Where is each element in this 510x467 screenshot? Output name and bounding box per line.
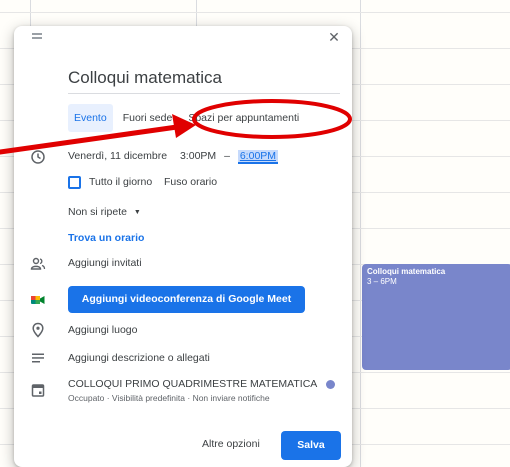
grid-line xyxy=(360,0,361,467)
start-time[interactable]: 3:00PM xyxy=(180,150,216,162)
clock-icon xyxy=(31,150,45,164)
recurrence-value: Non si ripete xyxy=(68,206,127,218)
event-block-title: Colloqui matematica xyxy=(367,267,446,276)
grid-line xyxy=(0,12,510,13)
timezone-button[interactable]: Fuso orario xyxy=(164,176,217,188)
add-description-input[interactable]: Aggiungi descrizione o allegati xyxy=(68,352,210,364)
add-location-input[interactable]: Aggiungi luogo xyxy=(68,324,137,336)
google-meet-icon xyxy=(31,296,45,304)
find-time-link[interactable]: Trova un orario xyxy=(68,232,144,244)
calendar-event-block[interactable]: Colloqui matematica 3 – 6PM xyxy=(362,264,510,370)
tab-appointment-slots[interactable]: Spazi per appuntamenti xyxy=(182,104,305,132)
event-date[interactable]: Venerdì, 11 dicembre xyxy=(68,150,167,162)
event-block-time: 3 – 6PM xyxy=(367,277,397,286)
calendar-details[interactable]: Occupato · Visibilità predefinita · Non … xyxy=(68,393,270,403)
tab-out-of-office[interactable]: Fuori sede xyxy=(117,104,179,132)
more-options-button[interactable]: Altre opzioni xyxy=(202,438,260,450)
location-pin-icon xyxy=(32,322,44,338)
recurrence-select[interactable]: Non si ripete ▼ xyxy=(68,206,141,218)
calendar-name: COLLOQUI PRIMO QUADRIMESTRE MATEMATICA xyxy=(68,378,317,390)
add-guests-input[interactable]: Aggiungi invitati xyxy=(68,257,142,269)
all-day-label: Tutto il giorno xyxy=(89,176,153,188)
close-icon[interactable]: ✕ xyxy=(326,29,342,45)
drag-handle-icon[interactable] xyxy=(32,33,42,40)
people-icon xyxy=(30,257,46,270)
tab-event[interactable]: Evento xyxy=(68,104,113,132)
calendar-select[interactable]: COLLOQUI PRIMO QUADRIMESTRE MATEMATICA xyxy=(68,378,335,390)
all-day-checkbox[interactable] xyxy=(68,176,81,189)
calendar-icon xyxy=(31,384,45,397)
add-meet-button[interactable]: Aggiungi videoconferenza di Google Meet xyxy=(68,286,305,313)
description-icon xyxy=(32,353,44,363)
save-button[interactable]: Salva xyxy=(281,431,341,460)
datetime-row: Venerdì, 11 dicembre 3:00PM – 6:00PM xyxy=(68,150,279,164)
event-title-input[interactable]: Colloqui matematica xyxy=(68,68,340,94)
end-time[interactable]: 6:00PM xyxy=(237,150,279,164)
time-separator: – xyxy=(224,150,230,162)
dropdown-arrow-icon: ▼ xyxy=(133,209,141,216)
event-dialog: ✕ Colloqui matematica Evento Fuori sede … xyxy=(14,26,352,467)
calendar-color-dot[interactable] xyxy=(325,379,335,389)
event-type-tabs: Evento Fuori sede Spazi per appuntamenti xyxy=(68,104,309,132)
